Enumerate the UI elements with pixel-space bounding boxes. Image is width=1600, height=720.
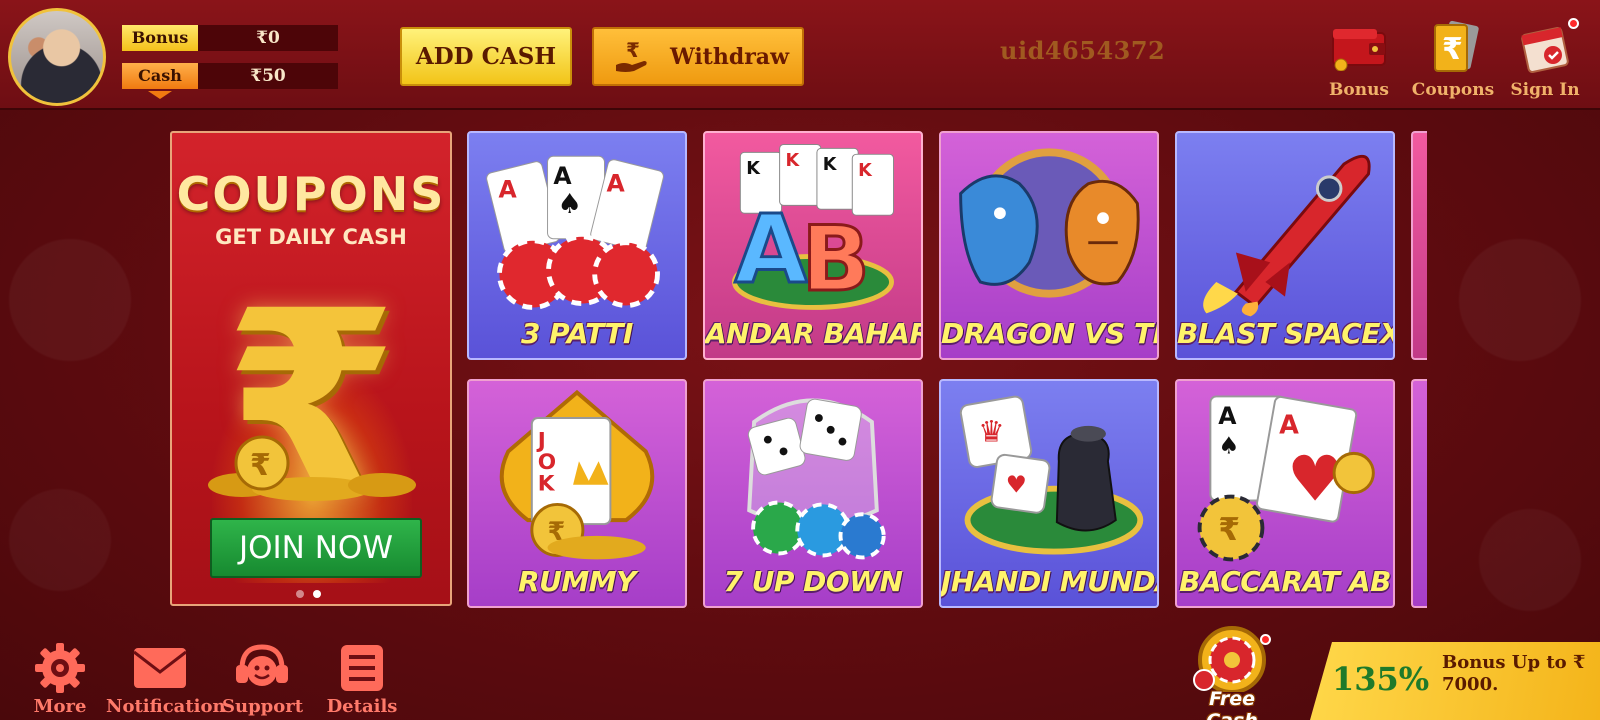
- joker-card-icon: J O K ₹: [499, 389, 655, 560]
- ab-cards-icon: K K K K A B: [732, 144, 894, 313]
- game-name: BACCARAT AB: [1179, 565, 1391, 598]
- svg-text:A: A: [1218, 402, 1237, 430]
- svg-text:♠: ♠: [1218, 431, 1239, 459]
- game-tile-jhandi-munda[interactable]: ♛ ♥ JHANDI MUNDA: [939, 379, 1159, 608]
- coupons-promo-banner[interactable]: COUPONS GET DAILY CASH ₹ ₹ JOIN NOW: [170, 131, 452, 606]
- svg-text:K: K: [786, 151, 801, 171]
- add-cash-button[interactable]: ADD CASH: [400, 27, 572, 86]
- top-bar: Bonus ₹0 Cash ₹50 ADD CASH ₹ Withdraw ui…: [0, 0, 1600, 110]
- details-button[interactable]: Details: [326, 640, 398, 717]
- game-tile-partial[interactable]: [1411, 131, 1427, 360]
- bonus-percent: 135%: [1332, 660, 1430, 698]
- game-tile-dragon-vs-tiger[interactable]: DRAGON VS TIGER: [939, 131, 1159, 360]
- gear-icon: [28, 640, 92, 696]
- cards-chips-icon: A A ♠ A: [486, 155, 664, 310]
- svg-text:B: B: [801, 207, 870, 312]
- promo-subtitle: GET DAILY CASH: [215, 225, 407, 249]
- bonus-top-label: Bonus: [1329, 80, 1389, 100]
- svg-text:A: A: [734, 196, 807, 305]
- dragon-tiger-icon: [959, 148, 1140, 298]
- svg-text:A: A: [553, 162, 572, 190]
- prize-wheel-icon: [1193, 626, 1266, 694]
- svg-text:A: A: [1279, 411, 1299, 441]
- avatar[interactable]: [8, 8, 106, 106]
- support-label: Support: [222, 696, 304, 717]
- bonus-top-button[interactable]: Bonus: [1316, 18, 1402, 100]
- jhandi-dice-icon: ♛ ♥: [959, 395, 1144, 555]
- svg-text:₹: ₹: [1442, 32, 1463, 67]
- cash-balance-value: ₹50: [198, 63, 338, 89]
- game-name: JHANDI MUNDA: [941, 565, 1159, 598]
- carousel-dot[interactable]: [296, 590, 304, 598]
- withdraw-button[interactable]: ₹ Withdraw: [592, 27, 804, 86]
- sign-in-label: Sign In: [1510, 80, 1580, 100]
- game-name: RUMMY: [518, 565, 636, 598]
- game-tile-rummy[interactable]: J O K ₹ RUMMY: [467, 379, 687, 608]
- coupons-icon: ₹: [1410, 18, 1496, 76]
- withdraw-label: Withdraw: [670, 43, 790, 70]
- free-cash-notification-dot: [1260, 634, 1271, 645]
- notification-label: Notification: [106, 696, 226, 717]
- bonus-balance: Bonus ₹0: [122, 25, 338, 51]
- game-tile-andar-bahar[interactable]: K K K K A B ANDAR BAHAR: [703, 131, 923, 360]
- svg-text:K: K: [858, 161, 873, 181]
- bonus-offer-text: Bonus Up to ₹ 7000.: [1442, 652, 1586, 695]
- game-tile-partial[interactable]: [1411, 379, 1427, 608]
- sign-in-notification-dot: [1568, 18, 1579, 29]
- bonus-balance-value: ₹0: [198, 25, 338, 51]
- sign-in-button[interactable]: Sign In: [1502, 18, 1588, 100]
- balance-caret-icon[interactable]: [148, 91, 172, 99]
- carousel-dots: [296, 590, 321, 598]
- svg-text:K: K: [823, 155, 838, 175]
- svg-text:♥: ♥: [1006, 471, 1027, 499]
- free-cash-label: Free Cash: [1206, 688, 1258, 720]
- rocket-icon: [1203, 154, 1371, 317]
- coupons-top-button[interactable]: ₹ Coupons: [1410, 18, 1496, 100]
- coin-pile-icon: ₹: [208, 435, 416, 501]
- join-now-button[interactable]: JOIN NOW: [210, 518, 422, 578]
- more-button[interactable]: More: [28, 640, 92, 717]
- game-name: 7 UP DOWN: [723, 565, 903, 598]
- details-label: Details: [326, 696, 398, 717]
- promo-title: COUPONS: [176, 167, 446, 221]
- game-name: DRAGON VS TIGER: [941, 317, 1157, 350]
- more-label: More: [33, 696, 87, 717]
- details-icon: [326, 640, 398, 696]
- cash-balance-label: Cash: [122, 63, 198, 89]
- cash-balance: Cash ₹50: [122, 63, 338, 89]
- rupee-hand-icon: ₹: [612, 37, 652, 77]
- game-tile-7-up-down[interactable]: 7 UP DOWN: [703, 379, 923, 608]
- support-button[interactable]: Support: [222, 640, 304, 717]
- headset-icon: [222, 640, 302, 696]
- game-name: 3 PATTI: [521, 317, 633, 350]
- game-tile-baccarat-ab[interactable]: A ♠ A ♥ ₹ BACCARAT AB: [1175, 379, 1395, 608]
- game-tile-blast-spacex[interactable]: BLAST SPACEX: [1175, 131, 1395, 360]
- dice-icon: [747, 398, 886, 560]
- game-name: BLAST SPACEX: [1177, 317, 1395, 350]
- svg-text:K: K: [538, 472, 556, 497]
- wallet-icon: [1316, 18, 1402, 76]
- bonus-balance-label: Bonus: [122, 25, 198, 51]
- bonus-offer-banner[interactable]: 135% Bonus Up to ₹ 7000.: [1310, 642, 1600, 720]
- coupons-top-label: Coupons: [1411, 80, 1495, 100]
- svg-text:₹: ₹: [250, 448, 271, 483]
- user-id: uid4654372: [1000, 36, 1166, 65]
- baccarat-cards-icon: A ♠ A ♥ ₹: [1197, 395, 1375, 562]
- notification-button[interactable]: Notification: [106, 640, 226, 717]
- svg-text:₹: ₹: [1218, 512, 1240, 548]
- svg-text:A: A: [606, 170, 625, 198]
- svg-text:A: A: [498, 176, 517, 204]
- carousel-dot-active[interactable]: [313, 590, 321, 598]
- mail-icon: [106, 640, 214, 696]
- game-tile-3-patti[interactable]: A A ♠ A 3 PATTI: [467, 131, 687, 360]
- svg-text:₹: ₹: [626, 38, 640, 62]
- svg-text:K: K: [746, 159, 761, 179]
- svg-text:♠: ♠: [557, 188, 582, 220]
- svg-text:♛: ♛: [978, 415, 1004, 449]
- game-name: ANDAR BAHAR: [705, 317, 923, 350]
